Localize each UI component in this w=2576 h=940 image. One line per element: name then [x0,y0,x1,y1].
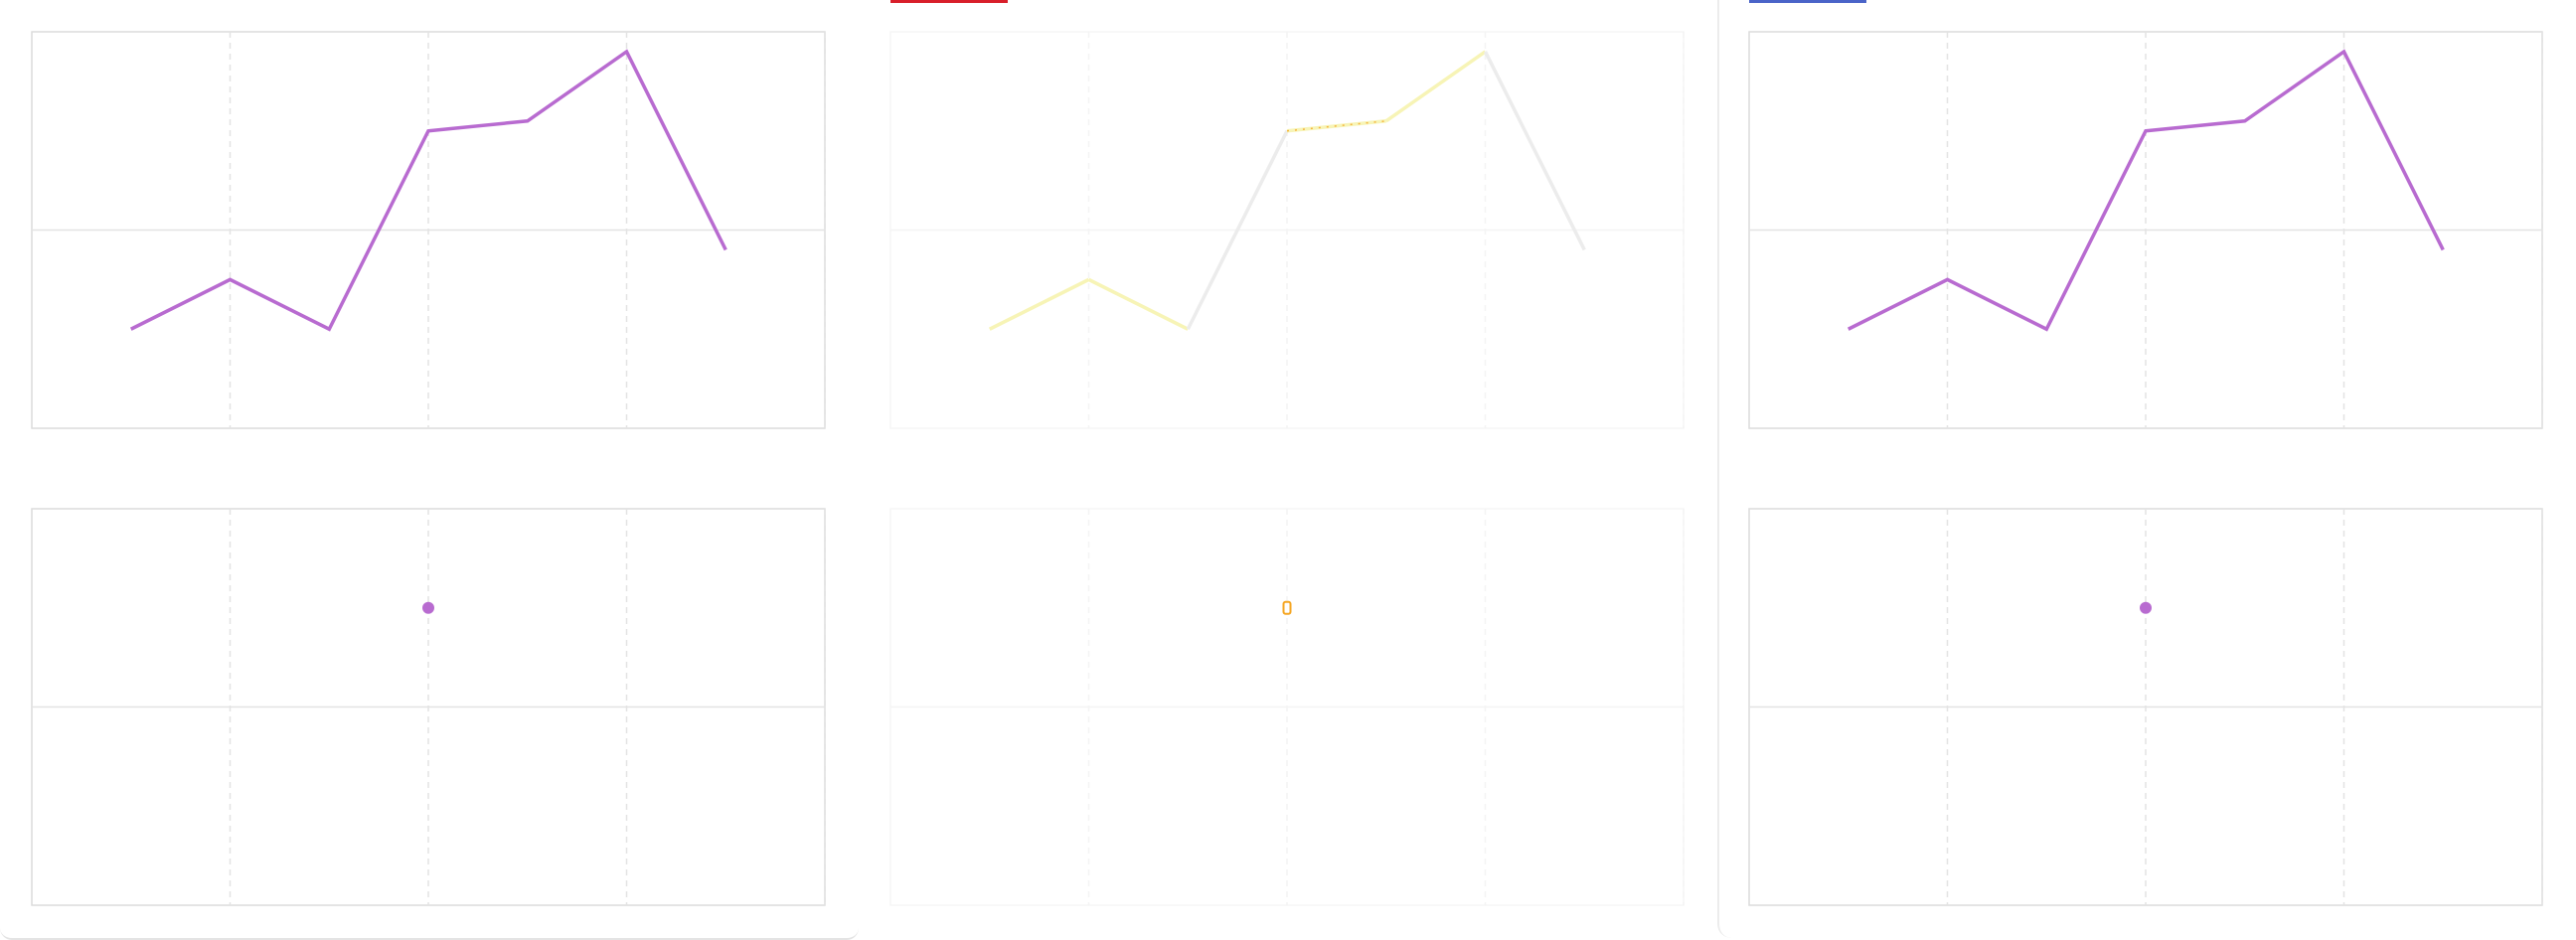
middle-top-series-segment [1384,50,1487,123]
middle-top-series-segment [1483,51,1586,251]
middle-top-series-segment [1087,277,1190,331]
middle-bottom-scatter-point [1282,600,1292,615]
left-bottom-scatter-point [422,601,434,614]
charts-canvas [31,31,2543,906]
middle-top-series-segment [988,277,1090,331]
right-bottom-scatter-point [2140,601,2152,614]
chart-page [0,0,2576,940]
middle-top-series-segment [1286,119,1386,133]
